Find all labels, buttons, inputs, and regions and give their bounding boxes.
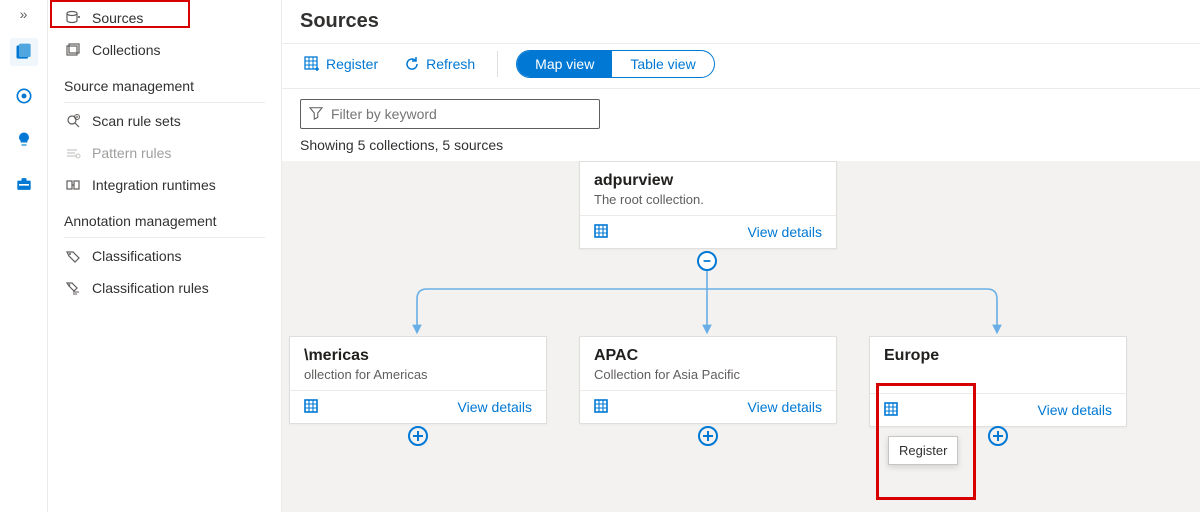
map-view-toggle[interactable]: Map view [517,51,612,77]
nav-section-annotation-mgmt: Annotation management [48,201,281,235]
database-icon [64,9,82,27]
nav-divider [64,102,265,103]
rail-item-management[interactable] [10,170,38,198]
refresh-icon [404,56,420,72]
showing-summary: Showing 5 collections, 5 sources [282,137,1200,161]
collections-icon [64,41,82,59]
grid-icon[interactable] [884,402,900,418]
nav-item-scan-rule-sets[interactable]: Scan rule sets [48,105,281,137]
main-content: Sources Register Refresh Map view Table … [282,0,1200,512]
collapse-node-icon[interactable] [697,251,717,271]
button-label: Register [326,56,378,72]
rail-item-datamap[interactable] [10,38,38,66]
map-canvas[interactable]: adpurview The root collection. View deta… [282,161,1200,512]
runtime-icon [64,176,82,194]
add-child-button[interactable] [697,425,719,447]
pattern-icon [64,144,82,162]
nav-item-label: Integration runtimes [92,177,216,193]
nav-item-integration-runtimes[interactable]: Integration runtimes [48,169,281,201]
rail-item-insights[interactable] [10,126,38,154]
toolbar: Register Refresh Map view Table view [282,43,1200,89]
nav-item-classification-rules[interactable]: Classification rules [48,272,281,304]
card-title: Europe [884,347,1112,365]
toolbar-separator [497,51,498,77]
rail-item-catalog[interactable] [10,82,38,110]
nav-item-label: Scan rule sets [92,113,181,129]
card-desc: Collection for Asia Pacific [594,367,822,382]
filter-row [282,89,1200,137]
grid-icon[interactable] [594,399,610,415]
nav-item-pattern-rules: Pattern rules [48,137,281,169]
view-details-link[interactable]: View details [1038,402,1112,418]
refresh-button[interactable]: Refresh [400,54,479,74]
nav-item-classifications[interactable]: Classifications [48,240,281,272]
register-button[interactable]: Register [300,54,382,74]
expand-rail-icon[interactable]: » [20,6,28,22]
filter-icon [309,106,323,123]
nav-section-source-mgmt: Source management [48,66,281,100]
view-toggle: Map view Table view [516,50,715,78]
filter-input-wrapper[interactable] [300,99,600,129]
icon-rail: » [0,0,48,512]
register-tooltip: Register [888,436,958,465]
collection-card-root[interactable]: adpurview The root collection. View deta… [579,161,837,249]
grid-icon[interactable] [594,224,610,240]
register-grid-icon [304,56,320,72]
nav-item-collections[interactable]: Collections [48,34,281,66]
nav-item-sources[interactable]: Sources [48,2,281,34]
tag-rules-icon [64,279,82,297]
collection-card-apac[interactable]: APAC Collection for Asia Pacific View de… [579,336,837,424]
nav-item-label: Classifications [92,248,181,264]
view-details-link[interactable]: View details [458,399,532,415]
add-child-button[interactable] [407,425,429,447]
card-title: \mericas [304,347,532,365]
nav-item-label: Sources [92,10,143,26]
nav-item-label: Classification rules [92,280,209,296]
card-desc [884,367,1112,385]
card-title: APAC [594,347,822,365]
filter-input[interactable] [331,106,591,122]
view-details-link[interactable]: View details [748,399,822,415]
collection-card-europe[interactable]: Europe View details [869,336,1127,427]
nav-divider [64,237,265,238]
nav-item-label: Pattern rules [92,145,171,161]
card-desc: ollection for Americas [304,367,532,382]
view-details-link[interactable]: View details [748,224,822,240]
tag-icon [64,247,82,265]
page-title: Sources [282,0,1200,43]
button-label: Refresh [426,56,475,72]
table-view-toggle[interactable]: Table view [612,51,713,77]
add-child-button[interactable] [987,425,1009,447]
left-nav: Sources Collections Source management Sc… [48,0,282,512]
grid-icon[interactable] [304,399,320,415]
nav-item-label: Collections [92,42,160,58]
card-desc: The root collection. [594,192,822,207]
collection-card-americas[interactable]: \mericas ollection for Americas View det… [289,336,547,424]
scan-icon [64,112,82,130]
card-title: adpurview [594,172,822,190]
